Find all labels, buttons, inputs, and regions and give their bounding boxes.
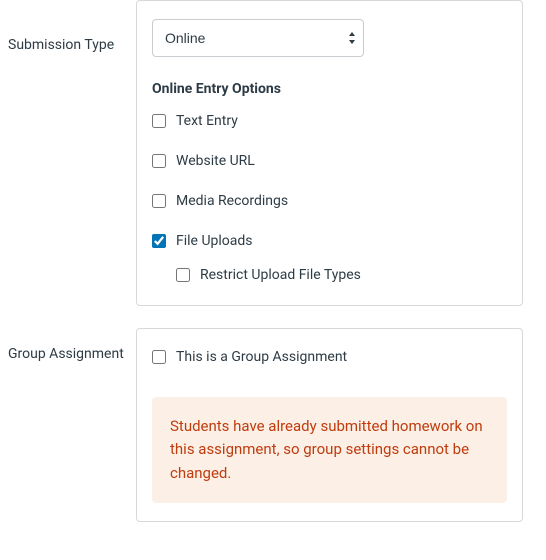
submission-type-panel: Online Online Entry Options Text Entry W… xyxy=(136,0,523,306)
file-uploads-label[interactable]: File Uploads xyxy=(176,233,253,249)
submission-type-row: Submission Type Online Online Entry Opti… xyxy=(0,0,546,306)
website-url-label[interactable]: Website URL xyxy=(176,153,255,169)
submission-type-select-wrap: Online xyxy=(152,19,364,57)
text-entry-row: Text Entry xyxy=(152,113,507,129)
group-assignment-label: Group Assignment xyxy=(8,328,136,362)
group-assignment-row: Group Assignment This is a Group Assignm… xyxy=(0,328,546,522)
media-recordings-row: Media Recordings xyxy=(152,193,507,209)
media-recordings-label[interactable]: Media Recordings xyxy=(176,193,288,209)
submission-type-label: Submission Type xyxy=(8,0,136,53)
text-entry-label[interactable]: Text Entry xyxy=(176,113,238,129)
file-uploads-row: File Uploads xyxy=(152,233,507,249)
group-checkbox-row: This is a Group Assignment xyxy=(152,349,507,365)
restrict-upload-checkbox[interactable] xyxy=(176,268,190,282)
group-assignment-panel: This is a Group Assignment Students have… xyxy=(136,328,523,522)
website-url-checkbox[interactable] xyxy=(152,154,166,168)
restrict-upload-label[interactable]: Restrict Upload File Types xyxy=(200,267,361,283)
group-assignment-checkbox-label[interactable]: This is a Group Assignment xyxy=(176,349,347,365)
media-recordings-checkbox[interactable] xyxy=(152,194,166,208)
online-entry-heading: Online Entry Options xyxy=(152,81,507,97)
submission-type-select[interactable]: Online xyxy=(152,19,364,57)
restrict-upload-row: Restrict Upload File Types xyxy=(176,267,507,283)
text-entry-checkbox[interactable] xyxy=(152,114,166,128)
group-assignment-checkbox[interactable] xyxy=(152,350,166,364)
file-uploads-checkbox[interactable] xyxy=(152,234,166,248)
website-url-row: Website URL xyxy=(152,153,507,169)
group-alert: Students have already submitted homework… xyxy=(152,397,507,503)
